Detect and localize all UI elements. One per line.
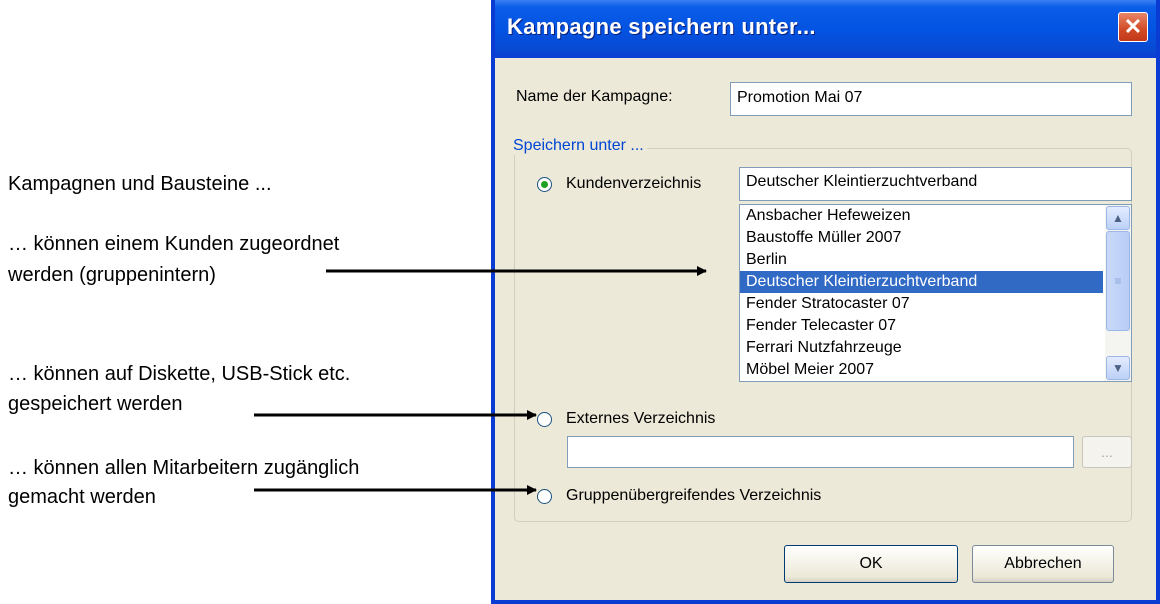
annotation-arrows (254, 266, 707, 495)
